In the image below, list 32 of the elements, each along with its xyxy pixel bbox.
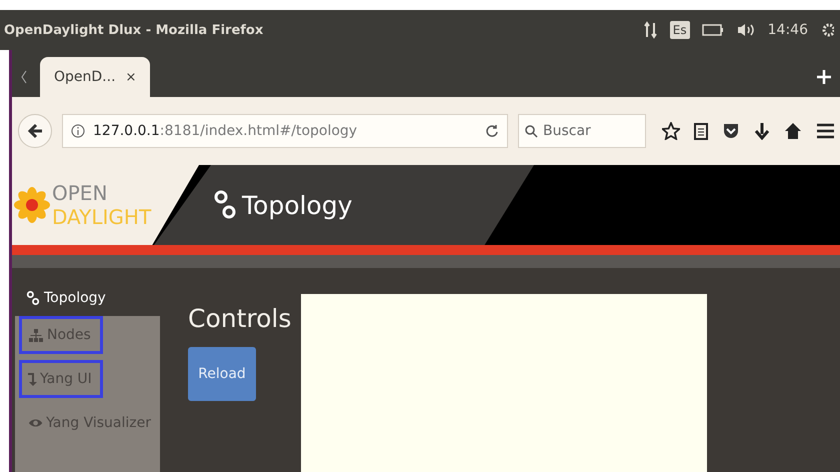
arrow-down-icon bbox=[28, 372, 37, 386]
menu-icon[interactable] bbox=[816, 123, 834, 139]
clock[interactable]: 14:46 bbox=[768, 22, 808, 38]
pocket-icon[interactable] bbox=[722, 122, 740, 140]
tab-title: OpenD... bbox=[54, 69, 116, 85]
window-title: OpenDaylight Dlux - Mozilla Firefox bbox=[4, 22, 264, 38]
info-icon[interactable] bbox=[71, 124, 85, 138]
download-icon[interactable] bbox=[754, 122, 770, 140]
search-field[interactable]: Buscar bbox=[518, 114, 646, 148]
logo-text: OPEN bbox=[52, 181, 108, 205]
back-button[interactable] bbox=[18, 114, 52, 148]
tab-close-button[interactable]: × bbox=[126, 70, 136, 84]
volume-icon[interactable] bbox=[736, 22, 756, 38]
star-icon[interactable] bbox=[662, 122, 680, 140]
battery-icon[interactable] bbox=[702, 23, 724, 37]
url-text: 127.0.0.1:8181/index.html#/topology bbox=[93, 123, 358, 139]
flower-logo-icon bbox=[14, 185, 50, 225]
gear-icon[interactable] bbox=[820, 21, 834, 39]
link-icon bbox=[26, 290, 40, 306]
reload-icon[interactable] bbox=[485, 124, 499, 138]
network-arrows-icon bbox=[644, 21, 658, 39]
section-heading: Controls bbox=[188, 304, 292, 333]
page-title: Topology bbox=[242, 190, 352, 220]
clipboard-icon[interactable] bbox=[694, 122, 708, 140]
browser-tab[interactable]: OpenD... × bbox=[40, 57, 150, 97]
sitemap-icon bbox=[28, 327, 44, 343]
keyboard-layout-indicator[interactable]: Es bbox=[670, 21, 690, 39]
address-bar[interactable]: 127.0.0.1:8181/index.html#/topology bbox=[62, 114, 508, 148]
logo-text: DAYLIGHT bbox=[52, 205, 152, 229]
home-icon[interactable] bbox=[784, 122, 802, 140]
back-arrow-icon bbox=[27, 123, 43, 139]
sidebar-heading[interactable]: Topology bbox=[12, 280, 160, 316]
